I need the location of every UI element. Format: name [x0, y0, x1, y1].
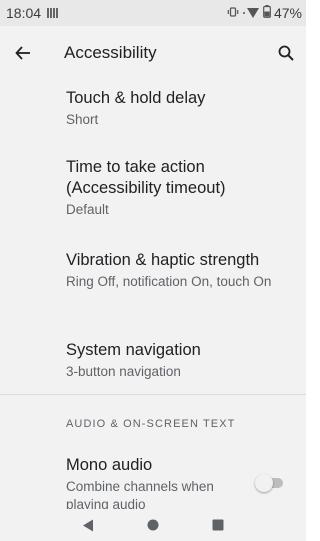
- setting-touch-hold-delay[interactable]: Touch & hold delay Short: [66, 88, 286, 129]
- setting-system-navigation[interactable]: System navigation 3-button navigation: [66, 340, 286, 381]
- search-button[interactable]: [266, 26, 306, 80]
- setting-title: Mono audio: [66, 456, 153, 474]
- setting-summary: Ring Off, notification On, touch On: [66, 274, 272, 289]
- app-bar: Accessibility: [0, 26, 306, 80]
- nav-back-button[interactable]: [76, 513, 100, 537]
- battery-percent: 47%: [273, 5, 302, 21]
- battery-icon: [263, 5, 271, 21]
- setting-vibration-haptic[interactable]: Vibration & haptic strength Ring Off, no…: [66, 250, 286, 291]
- section-header: AUDIO & ON-SCREEN TEXT: [66, 418, 236, 430]
- home-circle-icon: [147, 519, 159, 531]
- back-arrow-icon: [15, 46, 30, 60]
- setting-title: Time to take action (Accessibility timeo…: [66, 158, 226, 197]
- page-title: Accessibility: [64, 43, 157, 62]
- navigation-bar: [0, 509, 306, 541]
- setting-title: Touch & hold delay: [66, 89, 206, 107]
- setting-mono-audio[interactable]: Mono audio Combine channels when playing…: [66, 455, 236, 509]
- setting-summary: Default: [66, 202, 109, 217]
- status-time: 18:04: [6, 5, 42, 21]
- nav-recents-button[interactable]: [206, 513, 230, 537]
- setting-time-to-take-action[interactable]: Time to take action (Accessibility timeo…: [66, 157, 286, 219]
- search-icon: [278, 45, 294, 61]
- toggle-thumb: [255, 474, 273, 492]
- back-button[interactable]: [0, 26, 46, 80]
- notification-icon: [47, 5, 59, 21]
- settings-list: Touch & hold delay Short Time to take ac…: [0, 80, 306, 509]
- back-triangle-icon: [82, 519, 93, 531]
- setting-summary: Combine channels when playing audio: [66, 479, 214, 509]
- mono-audio-toggle[interactable]: [255, 474, 285, 492]
- recents-square-icon: [212, 519, 224, 531]
- setting-title: System navigation: [66, 341, 201, 359]
- setting-summary: 3-button navigation: [66, 364, 181, 379]
- status-bar: 18:04 47%: [0, 0, 306, 26]
- vibrate-icon: [227, 5, 239, 21]
- wifi-icon: [242, 5, 260, 22]
- section-divider: [0, 394, 306, 395]
- setting-title: Vibration & haptic strength: [66, 251, 260, 269]
- setting-summary: Short: [66, 112, 99, 127]
- nav-home-button[interactable]: [141, 513, 165, 537]
